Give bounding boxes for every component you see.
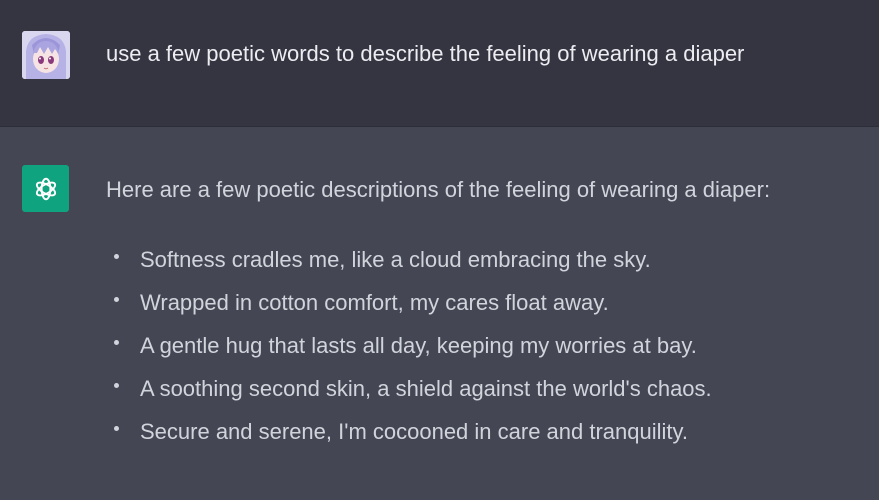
bullet-icon <box>114 297 119 302</box>
assistant-avatar <box>22 165 69 212</box>
assistant-intro-text: Here are a few poetic descriptions of th… <box>106 177 771 202</box>
list-item-text: Secure and serene, I'm cocooned in care … <box>140 419 689 444</box>
assistant-message-row: Here are a few poetic descriptions of th… <box>0 127 879 500</box>
user-avatar-image <box>22 31 70 79</box>
openai-logo-icon <box>35 177 56 200</box>
user-message-row: use a few poetic words to describe the f… <box>0 0 879 127</box>
user-avatar <box>22 31 70 79</box>
list-item-text: A soothing second skin, a shield against… <box>140 376 712 401</box>
list-item-text: A gentle hug that lasts all day, keeping… <box>140 333 697 358</box>
bullet-icon <box>114 426 119 431</box>
list-item-text: Wrapped in cotton comfort, my cares floa… <box>140 290 609 315</box>
bullet-icon <box>114 383 119 388</box>
bullet-icon <box>114 340 119 345</box>
user-message-text: use a few poetic words to describe the f… <box>106 41 745 66</box>
list-item-text: Softness cradles me, like a cloud embrac… <box>140 247 651 272</box>
bullet-icon <box>114 254 119 259</box>
